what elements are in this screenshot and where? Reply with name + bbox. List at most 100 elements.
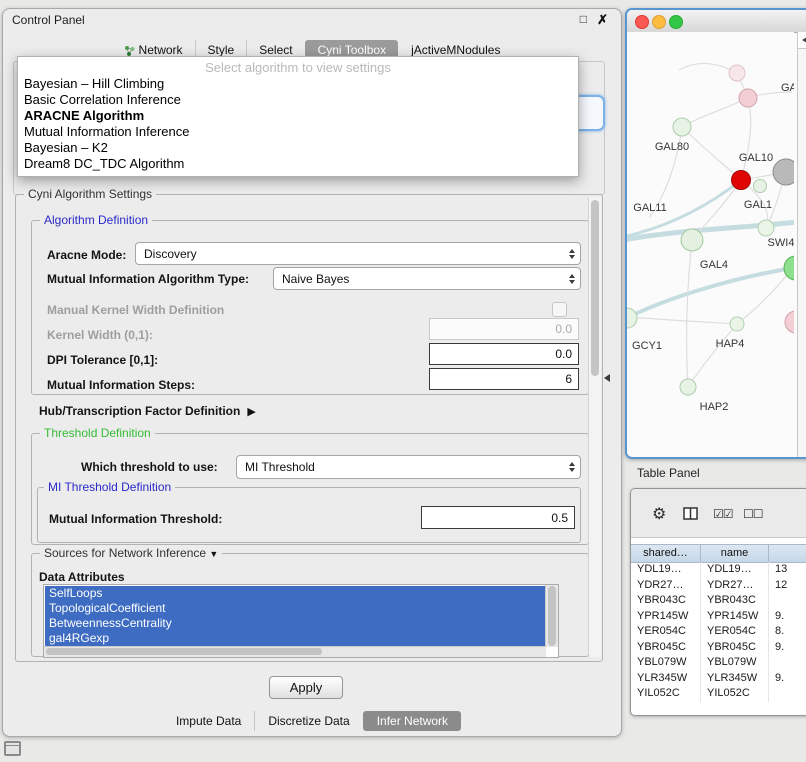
close-window-icon[interactable]: ✗	[597, 12, 608, 28]
table-cell[interactable]	[769, 593, 806, 609]
table-cell[interactable]: YIL052C	[631, 686, 701, 702]
gear-icon[interactable]: ⚙	[652, 504, 666, 524]
which-threshold-select[interactable]: MI Threshold	[236, 455, 581, 479]
algorithm-option[interactable]: Bayesian – Hill Climbing	[18, 76, 578, 92]
table-row[interactable]: YER054C YER054C 8.	[631, 624, 806, 640]
column-header-name[interactable]: name	[701, 545, 769, 562]
node-gcy1[interactable]	[627, 308, 637, 328]
table-row[interactable]: YBL079W YBL079W	[631, 655, 806, 671]
table-row[interactable]: YBR043C YBR043C	[631, 593, 806, 609]
settings-scrollbar[interactable]	[588, 197, 601, 657]
mi-steps-field[interactable]: 6	[429, 368, 579, 390]
node-swi4[interactable]	[758, 220, 774, 236]
table-cell[interactable]: 9.	[769, 640, 806, 656]
collapsed-arrow-icon: ▶	[247, 405, 255, 418]
attribute-item-selected[interactable]: gal4RGexp	[45, 631, 545, 646]
bottom-tabbar: Impute Data Discretize Data Infer Networ…	[3, 711, 621, 731]
list-horizontal-scrollbar[interactable]	[44, 646, 546, 657]
column-header-shared-name[interactable]: shared…	[631, 545, 701, 562]
tab-infer-network[interactable]: Infer Network	[363, 711, 461, 731]
node-label: GAL1	[744, 199, 772, 211]
apply-button[interactable]: Apply	[269, 676, 343, 699]
column-header-extra[interactable]	[769, 545, 806, 562]
node-gray[interactable]	[773, 159, 794, 185]
columns-icon[interactable]	[683, 507, 698, 520]
tab-discretize-data[interactable]: Discretize Data	[254, 711, 362, 731]
table-cell[interactable]: YDL19…	[631, 562, 701, 578]
apply-button-label: Apply	[290, 680, 323, 695]
table-row[interactable]: YIL052C YIL052C	[631, 686, 806, 702]
dpi-tolerance-field[interactable]: 0.0	[429, 343, 579, 365]
table-cell[interactable]: YER054C	[631, 624, 701, 640]
table-cell[interactable]: YPR145W	[701, 609, 769, 625]
node-gal80[interactable]	[673, 118, 691, 136]
table-cell[interactable]: 13	[769, 562, 806, 578]
table-cell[interactable]: YPR145W	[631, 609, 701, 625]
table-cell[interactable]: YBL079W	[701, 655, 769, 671]
table-cell[interactable]: YBR043C	[631, 593, 701, 609]
node-hap2[interactable]	[680, 379, 696, 395]
table-row[interactable]: YDR27… YDR27… 12	[631, 578, 806, 594]
network-vertical-scrollbar[interactable]	[797, 32, 806, 457]
hub-definition-toggle[interactable]: Hub/Transcription Factor Definition ▶	[39, 404, 256, 418]
kernel-width-value: 0.0	[555, 322, 572, 336]
algorithm-option[interactable]: Mutual Information Inference	[18, 124, 578, 140]
attribute-item-selected[interactable]: BetweennessCentrality	[45, 616, 545, 631]
list-horizontal-scrollbar-thumb[interactable]	[46, 648, 322, 655]
table-cell[interactable]: YBR043C	[701, 593, 769, 609]
node-pink-small[interactable]	[729, 65, 745, 81]
table-cell[interactable]: 9.	[769, 671, 806, 687]
kernel-width-field[interactable]: 0.0	[429, 318, 579, 340]
tab-impute-data[interactable]: Impute Data	[163, 711, 254, 731]
algorithm-option[interactable]: Dream8 DC_TDC Algorithm	[18, 156, 578, 172]
node-gal1[interactable]	[754, 180, 767, 193]
table-cell[interactable]: YBL079W	[631, 655, 701, 671]
minimized-window-icon[interactable]	[4, 741, 21, 756]
panel-collapse-button[interactable]	[798, 32, 806, 49]
list-vertical-scrollbar[interactable]	[545, 585, 558, 647]
table-cell[interactable]: 12	[769, 578, 806, 594]
splitter-collapse-arrow[interactable]	[604, 374, 610, 382]
table-cell[interactable]	[769, 686, 806, 702]
mi-threshold-field[interactable]: 0.5	[421, 506, 575, 529]
table-cell[interactable]: YLR345W	[701, 671, 769, 687]
table-cell[interactable]: YLR345W	[631, 671, 701, 687]
node-gal10[interactable]	[732, 171, 751, 190]
node-pink-upper[interactable]	[739, 89, 757, 107]
algorithm-option-selected[interactable]: ARACNE Algorithm	[18, 108, 578, 124]
list-vertical-scrollbar-thumb[interactable]	[548, 586, 556, 646]
network-canvas[interactable]: GAL GAL80 GAL10 GAL11 GAL1 SWI4 GAL4 GCY…	[627, 32, 794, 453]
sources-legend[interactable]: Sources for Network Inference ▼	[40, 546, 222, 560]
table-row[interactable]: YDL19… YDL19… 13	[631, 562, 806, 578]
node-gal4[interactable]	[681, 229, 703, 251]
close-traffic-light[interactable]	[635, 15, 649, 29]
table-row[interactable]: YPR145W YPR145W 9.	[631, 609, 806, 625]
algorithm-option[interactable]: Basic Correlation Inference	[18, 92, 578, 108]
table-cell[interactable]	[769, 655, 806, 671]
table-cell[interactable]: YIL052C	[701, 686, 769, 702]
table-cell[interactable]: YBR045C	[631, 640, 701, 656]
algorithm-option[interactable]: Bayesian – K2	[18, 140, 578, 156]
float-window-icon[interactable]: □	[580, 12, 587, 26]
table-cell[interactable]: YBR045C	[701, 640, 769, 656]
select-all-checkboxes-icon[interactable]: ☑☑	[713, 507, 733, 521]
table-cell[interactable]: 8.	[769, 624, 806, 640]
table-row[interactable]: YBR045C YBR045C 9.	[631, 640, 806, 656]
node-pink-right[interactable]	[785, 311, 794, 333]
node-hap4[interactable]	[730, 317, 744, 331]
settings-scrollbar-thumb[interactable]	[591, 200, 599, 376]
table-row[interactable]: YLR345W YLR345W 9.	[631, 671, 806, 687]
attribute-item-selected[interactable]: TopologicalCoefficient	[45, 601, 545, 616]
table-cell[interactable]: YER054C	[701, 624, 769, 640]
minimize-traffic-light[interactable]	[652, 15, 666, 29]
table-cell[interactable]: YDR27…	[701, 578, 769, 594]
table-cell[interactable]: YDL19…	[701, 562, 769, 578]
attribute-item-selected[interactable]: SelfLoops	[45, 586, 545, 601]
manual-kernel-checkbox[interactable]	[552, 302, 567, 317]
zoom-traffic-light[interactable]	[669, 15, 683, 29]
aracne-mode-select[interactable]: Discovery	[135, 242, 581, 265]
table-cell[interactable]: YDR27…	[631, 578, 701, 594]
mi-type-select[interactable]: Naive Bayes	[273, 267, 581, 290]
table-cell[interactable]: 9.	[769, 609, 806, 625]
clear-all-checkboxes-icon[interactable]: ☐☐	[743, 507, 763, 521]
